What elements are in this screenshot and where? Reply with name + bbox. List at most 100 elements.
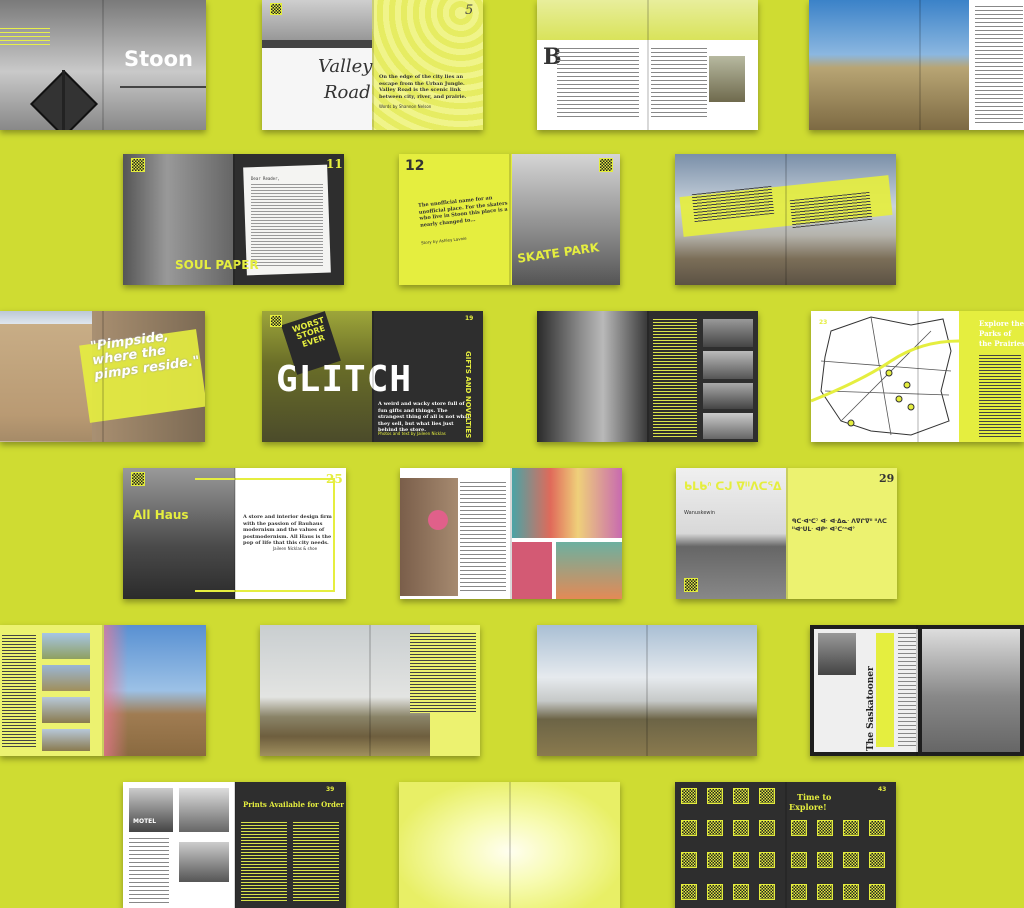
credit: Photos and text by Jaileen Nicklas (378, 431, 446, 436)
city-map (811, 316, 959, 436)
spread-yellow-blur[interactable] (399, 782, 620, 908)
spread-qr-codes[interactable]: Time to Explore! 43 (675, 782, 896, 908)
spread-stoon-cover[interactable]: Stoon (0, 0, 206, 130)
qr-code-icon[interactable] (707, 788, 723, 804)
spread-saskatooner[interactable]: The Saskatooner (810, 625, 1024, 756)
valley-photo (922, 629, 1020, 752)
qr-code-icon[interactable] (869, 884, 885, 900)
qr-code-icon[interactable] (681, 820, 697, 836)
soul-paper-stamp: SOUL PAPER (175, 258, 259, 272)
photo-thumb (703, 413, 753, 439)
qr-code-icon[interactable] (131, 158, 145, 172)
qr-code-icon[interactable] (131, 472, 145, 486)
qr-code-icon[interactable] (270, 315, 282, 327)
qr-code-icon[interactable] (759, 788, 775, 804)
intro-text: A store and interior design firm with th… (243, 514, 332, 546)
title-line-2: Road (324, 82, 371, 103)
spread-skate-park[interactable]: 12 The unofficial name for an unofficial… (399, 154, 620, 285)
qr-code-icon[interactable] (843, 820, 859, 836)
body-text (460, 482, 506, 592)
qr-code-icon[interactable] (759, 884, 775, 900)
spread-wanuskewin[interactable]: ᑲᒪᑲᐢ ᑕᒍ ᐁᐦᐱᑕᕐᐃ Wanuskewin 29 ᑫᑕᐧᐊᐢᑕᐣ ᐊᐧ … (676, 468, 897, 599)
title-line-3: the Prairies (979, 339, 1024, 348)
body-text (410, 633, 476, 713)
photo-thumb (179, 788, 229, 832)
caption: Wanuskewin (684, 510, 716, 516)
qr-code-icon[interactable] (791, 820, 807, 836)
masthead: The Saskatooner (866, 666, 876, 751)
light-leak (104, 625, 128, 756)
yellow-field-photo (537, 0, 758, 40)
qr-code-icon[interactable] (817, 820, 833, 836)
spread-pimpside[interactable]: "Pimpside, where the pimps reside." (0, 311, 205, 442)
page-number: 12 (405, 158, 425, 174)
qr-code-icon[interactable] (869, 852, 885, 868)
intro-text: A weird and wacky store full of fun gift… (378, 401, 470, 433)
qr-code-icon[interactable] (599, 158, 613, 172)
storefront-photo (400, 478, 458, 596)
spread-cloud-landscape[interactable] (537, 625, 757, 756)
qr-code-icon[interactable] (733, 788, 749, 804)
intro-text: On the edge of the city lies an escape f… (379, 74, 467, 100)
title-line-2: Parks of (979, 329, 1012, 338)
qr-code-icon[interactable] (681, 788, 697, 804)
qr-code-icon[interactable] (707, 820, 723, 836)
treeline (262, 40, 372, 48)
headline-band (876, 633, 894, 747)
qr-code-icon[interactable] (843, 852, 859, 868)
spread-soul-paper[interactable]: Dear Reader, 11 SOUL PAPER (123, 154, 344, 285)
syllabics-text: ᑫᑕᐧᐊᐢᑕᐣ ᐊᐧ ᐊᐧᐃᓇᐧ ᐱᐁᒋᐁᐦ ᐦᐱᑕ ᐦᐊᐢᑌᒪᐧ ᐊᑭᐢ ᐊᐣ… (792, 518, 887, 533)
park-list (979, 355, 1021, 437)
spread-empty-lot[interactable] (675, 154, 896, 285)
qr-code-icon[interactable] (733, 820, 749, 836)
tree-photo (709, 56, 745, 102)
qr-code-icon[interactable] (869, 820, 885, 836)
qr-code-icon[interactable] (817, 852, 833, 868)
qr-code-icon[interactable] (791, 852, 807, 868)
motel-sign: MOTEL (133, 818, 157, 825)
qr-code-icon[interactable] (684, 578, 698, 592)
spread-prints[interactable]: MOTEL 39 Prints Available for Order (123, 782, 346, 908)
glitch-title: GLITCH (276, 359, 413, 400)
spread-parks-map[interactable]: 23 Explore the Parks of the Prairies (811, 311, 1024, 442)
body-text (651, 48, 707, 120)
spread-store-collage[interactable] (400, 468, 622, 599)
spread-glitch[interactable]: WORST STORE EVER 19 GLITCH A weird and w… (262, 311, 483, 442)
qr-code-icon[interactable] (843, 884, 859, 900)
qr-code-icon[interactable] (817, 884, 833, 900)
portfolio-background: { "colors":{"background":"#cfdc32","acce… (0, 0, 1024, 908)
photo-thumb (42, 697, 90, 723)
spread-article-b[interactable]: B (537, 0, 758, 130)
qr-code-icon[interactable] (759, 852, 775, 868)
price-list (241, 822, 287, 902)
spread-bison[interactable] (0, 625, 206, 756)
shop-interior-photo (512, 468, 622, 538)
qr-code-icon[interactable] (707, 852, 723, 868)
spread-prairie-road[interactable] (809, 0, 1024, 130)
qr-code-icon[interactable] (791, 884, 807, 900)
qr-code-icon[interactable] (270, 3, 282, 15)
body-text (653, 319, 697, 437)
spread-valley-landscape[interactable] (260, 625, 480, 756)
qr-code-icon[interactable] (733, 852, 749, 868)
photo-thumb (556, 542, 622, 599)
syllabics-title: ᑲᒪᑲᐢ ᑕᒍ ᐁᐦᐱᑕᕐᐃ (684, 480, 782, 493)
letter-text (251, 184, 323, 266)
spread-valley-road[interactable]: 5 Valley Road On the edge of the city li… (262, 0, 483, 130)
qr-code-icon[interactable] (707, 884, 723, 900)
spread-store-photos[interactable] (537, 311, 758, 442)
qr-code-icon[interactable] (681, 884, 697, 900)
page-number: 23 (819, 319, 828, 326)
prairie-photo (809, 0, 969, 130)
squiggle-decor (124, 63, 180, 68)
motel-photo (129, 788, 173, 832)
letter-greeting: Dear Reader, (251, 176, 280, 181)
spread-all-haus[interactable]: 25 All Haus A store and interior design … (123, 468, 346, 599)
photo-thumb (703, 319, 753, 347)
storefront-photo (537, 311, 647, 442)
photo-thumb (42, 729, 90, 751)
vertical-subtitle: GIFTS AND NOVELTIES (464, 351, 472, 439)
qr-code-icon[interactable] (733, 884, 749, 900)
qr-code-icon[interactable] (681, 852, 697, 868)
qr-code-icon[interactable] (759, 820, 775, 836)
